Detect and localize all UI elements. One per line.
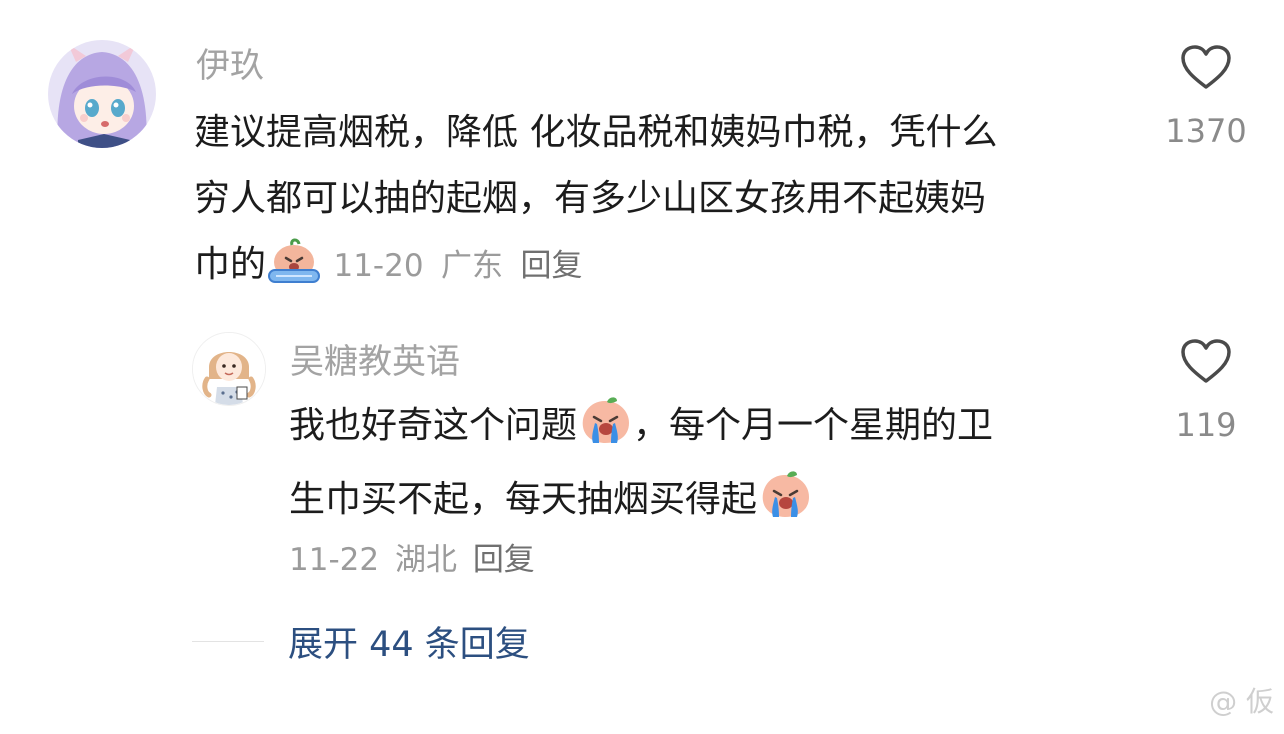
comment-text-segment: 生巾买不起，每天抽烟买得起 — [289, 479, 758, 520]
like-count: 119 — [1175, 406, 1237, 444]
crying-peach-emoji-icon — [757, 469, 813, 541]
reply-button[interactable]: 回复 — [520, 248, 582, 284]
comment-text-line: 生巾买不起，每天抽烟买得起 — [289, 467, 993, 541]
comment-text-tail: 巾的 — [194, 244, 267, 285]
comment-location: 广东 — [441, 248, 504, 284]
anime-girl-avatar-image — [48, 40, 156, 148]
like-count: 1370 — [1165, 112, 1247, 150]
comment-meta: 11-22 湖北 回复 — [289, 540, 535, 580]
reply-button[interactable]: 回复 — [473, 542, 535, 578]
comment-text-line: 巾的 11-20 广东 回复 — [194, 232, 997, 306]
like-control[interactable]: 1370 — [1160, 44, 1252, 150]
crying-peach-emoji-icon — [577, 395, 633, 467]
comment-text-line: 建议提高烟税，降低 化妆品税和姨妈巾税，凭什么 — [194, 112, 998, 153]
comment-date: 11-20 — [333, 248, 424, 284]
comment-text-segment: ，每个月一个星期的卫 — [633, 405, 994, 446]
avatar[interactable] — [192, 332, 266, 406]
comment-location: 湖北 — [394, 542, 457, 578]
comment-username[interactable]: 伊玖 — [196, 46, 264, 86]
comment-username[interactable]: 吴糖教英语 — [290, 342, 460, 382]
crying-face-emoji-icon — [266, 236, 322, 306]
expand-replies-label[interactable]: 展开 44 条回复 — [288, 616, 530, 667]
heart-outline-icon[interactable] — [1180, 338, 1232, 384]
comment-text-line: 穷人都可以抽的起烟，有多少山区女孩用不起姨妈 — [194, 178, 987, 219]
cartoon-girl-avatar-image — [193, 333, 265, 405]
comment-text: 我也好奇这个问题 ，每个月一个星期的卫 生巾买不起，每天抽烟买得起 — [289, 393, 993, 541]
like-control[interactable]: 119 — [1160, 338, 1252, 444]
comment-date: 11-22 — [289, 542, 380, 578]
comment-text-segment: 我也好奇这个问题 — [289, 405, 578, 446]
avatar[interactable] — [48, 40, 156, 148]
comment-text: 建议提高烟税，降低 化妆品税和姨妈巾税，凭什么 穷人都可以抽的起烟，有多少山区女… — [194, 100, 997, 306]
heart-outline-icon[interactable] — [1180, 44, 1232, 90]
divider-line — [192, 640, 264, 642]
expand-replies-button[interactable]: 展开 44 条回复 — [192, 616, 530, 666]
watermark: @ 仮 — [1209, 685, 1274, 718]
comment-text-line: 我也好奇这个问题 ，每个月一个星期的卫 — [289, 393, 993, 467]
